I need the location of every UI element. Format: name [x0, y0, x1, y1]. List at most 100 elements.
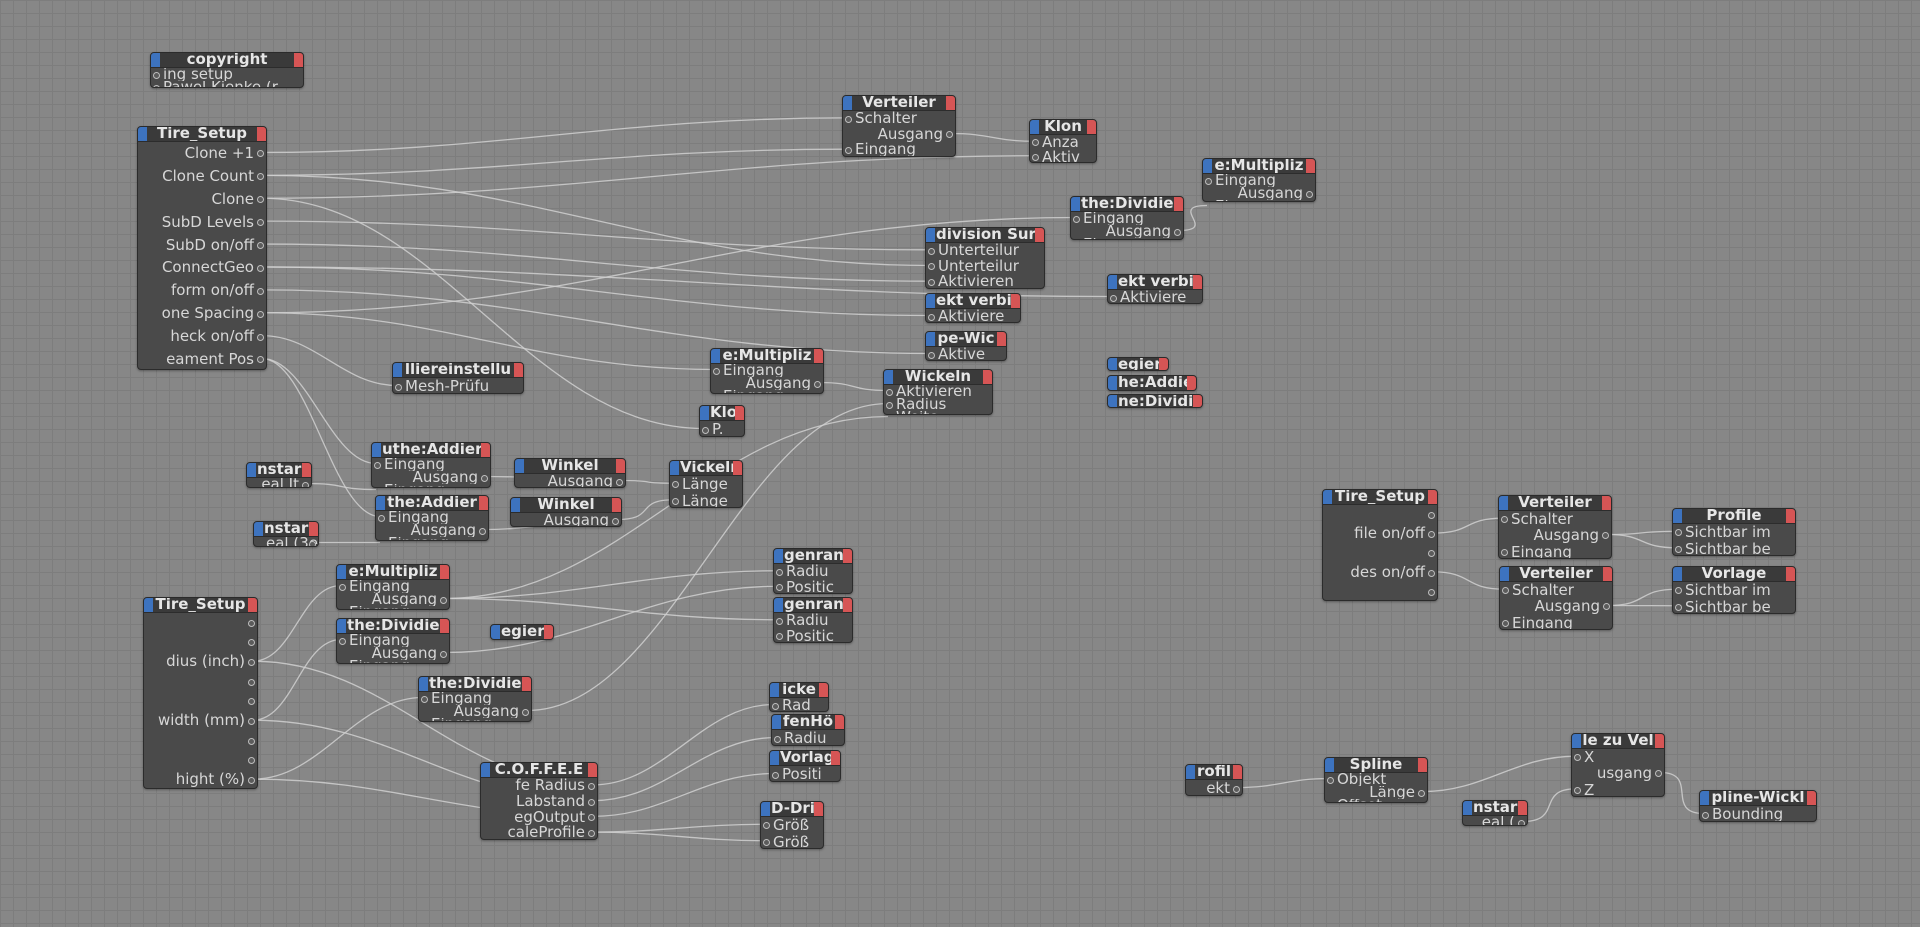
input-port-tab[interactable]	[372, 443, 381, 457]
input-port[interactable]: Sichtbar be	[1673, 541, 1795, 555]
input-port-tab[interactable]	[1572, 734, 1581, 748]
input-port[interactable]: Größ	[761, 834, 823, 848]
node-dividie-1[interactable]: the:DividieEingangAusgangEingang	[1070, 196, 1184, 240]
port-connector-icon[interactable]	[1205, 177, 1212, 185]
input-port-tab[interactable]	[1203, 159, 1212, 173]
node-title[interactable]: egier	[1108, 358, 1168, 370]
node-biege-wic[interactable]: pe-Wic Aktive	[925, 331, 1007, 361]
input-port[interactable]: Eingang	[1071, 238, 1183, 239]
port-connector-icon[interactable]	[421, 695, 428, 703]
output-port-tab[interactable]	[1011, 294, 1020, 308]
input-port-tab[interactable]	[254, 522, 263, 536]
output-port[interactable]: Ausgang	[1500, 598, 1612, 614]
port-connector-icon[interactable]	[1428, 569, 1435, 577]
output-port[interactable]: Clone	[138, 188, 266, 211]
node-canvas[interactable]: copyrighting setupPawel Kienke (r Tire_Se…	[0, 0, 1920, 927]
port-connector-icon[interactable]	[1603, 603, 1610, 611]
port-connector-icon[interactable]	[946, 131, 953, 139]
port-connector-icon[interactable]	[588, 782, 595, 790]
port-connector-icon[interactable]	[378, 514, 385, 522]
node-profile[interactable]: Profile Sichtbar im Sichtbar be	[1672, 508, 1796, 556]
node-title[interactable]: genran	[774, 549, 852, 564]
output-port-tab[interactable]	[514, 363, 523, 377]
input-port-tab[interactable]	[926, 228, 935, 242]
port-connector-icon[interactable]	[612, 517, 619, 525]
port-connector-icon[interactable]	[702, 426, 709, 434]
port-connector-icon[interactable]	[1675, 529, 1682, 537]
port-connector-icon[interactable]	[248, 757, 255, 765]
node-wickeln[interactable]: WickelnAktivierenRadiusWeite	[883, 369, 993, 415]
node-klon[interactable]: Klon Anza Aktiv	[1029, 119, 1097, 163]
node-winkel-1[interactable]: Winkel Ausgang	[514, 458, 626, 488]
output-port-tab[interactable]	[440, 565, 449, 579]
input-port[interactable]: Eingang	[376, 537, 488, 540]
node-verteiler-1[interactable]: Verteiler Schalter Ausgang Eingang	[842, 95, 956, 157]
input-port[interactable]: Positic	[774, 580, 852, 593]
node-title[interactable]: Verteiler	[843, 96, 955, 111]
node-gengran-1[interactable]: genran Radiu Positic	[773, 548, 853, 594]
input-port[interactable]: Aktivieren	[926, 274, 1044, 288]
output-port-tab[interactable]	[946, 96, 955, 110]
output-port[interactable]	[1323, 505, 1437, 524]
output-port[interactable]: egOutput	[481, 810, 597, 826]
input-port[interactable]: Sichtbar be	[1673, 599, 1795, 613]
input-port[interactable]: Eingang	[376, 511, 488, 524]
node-negier-1[interactable]: egier	[1107, 357, 1169, 371]
input-port-tab[interactable]	[419, 677, 428, 691]
node-dividi-r1[interactable]: ne:Dividi	[1107, 394, 1203, 408]
input-port[interactable]: Länge	[670, 476, 742, 493]
output-port-tab[interactable]	[1655, 734, 1664, 748]
port-connector-icon[interactable]	[339, 610, 346, 611]
input-port[interactable]: P.	[700, 421, 744, 436]
port-connector-icon[interactable]	[339, 664, 346, 665]
output-port[interactable]: Ausgang	[843, 127, 955, 143]
port-connector-icon[interactable]	[1501, 548, 1508, 556]
output-port-tab[interactable]	[257, 127, 266, 141]
input-port[interactable]: Aktiv	[1030, 150, 1096, 162]
node-title[interactable]: the:Dividie	[419, 677, 531, 692]
output-port-tab[interactable]	[843, 598, 852, 612]
input-port-tab[interactable]	[1108, 358, 1117, 370]
input-port[interactable]: Eingang	[1499, 544, 1611, 558]
node-title[interactable]: the:Dividie	[337, 619, 449, 634]
input-port-tab[interactable]	[337, 619, 346, 633]
output-port[interactable]: fe Radius	[481, 778, 597, 794]
port-connector-icon[interactable]	[1502, 619, 1509, 627]
output-port[interactable]: SubD on/off	[138, 234, 266, 257]
input-port[interactable]: Eingang	[711, 390, 823, 393]
port-connector-icon[interactable]	[481, 474, 488, 482]
port-connector-icon[interactable]	[1032, 139, 1039, 147]
output-port-tab[interactable]	[1428, 490, 1437, 504]
port-connector-icon[interactable]	[588, 830, 595, 838]
output-port[interactable]: eal It	[247, 478, 311, 487]
port-connector-icon[interactable]	[248, 659, 255, 667]
node-title[interactable]: genran	[774, 598, 852, 613]
port-connector-icon[interactable]	[616, 478, 623, 486]
node-verteiler-2[interactable]: Verteiler Schalter Ausgang Eingang	[1498, 495, 1612, 559]
port-connector-icon[interactable]	[257, 287, 264, 295]
port-connector-icon[interactable]	[1233, 785, 1240, 793]
port-connector-icon[interactable]	[257, 310, 264, 318]
node-dividie-2[interactable]: the:DividieEingangAusgangEingang	[336, 618, 450, 664]
output-port-tab[interactable]	[1306, 159, 1315, 173]
input-port[interactable]: Z	[1572, 782, 1664, 796]
port-connector-icon[interactable]	[1073, 215, 1080, 223]
node-title[interactable]: Vorlage	[1673, 567, 1795, 582]
input-port-tab[interactable]	[1325, 758, 1334, 772]
node-title[interactable]: division Sur	[926, 228, 1044, 243]
output-port-tab[interactable]	[588, 763, 597, 777]
input-port[interactable]: Eingang	[711, 364, 823, 377]
node-title[interactable]: Wickeln	[884, 370, 992, 385]
port-connector-icon[interactable]	[886, 401, 893, 409]
node-d-drive[interactable]: D-Driv Größ Größ	[760, 801, 824, 849]
node-title[interactable]: icke	[770, 683, 828, 698]
port-connector-icon[interactable]	[153, 71, 160, 79]
node-title[interactable]: copyright	[151, 53, 303, 68]
output-port[interactable]: eal (	[1463, 816, 1527, 825]
output-port[interactable]: caleProfile	[481, 825, 597, 839]
node-title[interactable]: Spline	[1325, 758, 1427, 773]
input-port-tab[interactable]	[1499, 496, 1508, 510]
input-port[interactable]: Aktiviere	[926, 309, 1020, 322]
node-title[interactable]: fenHö	[772, 715, 844, 730]
input-port-tab[interactable]	[247, 463, 256, 477]
